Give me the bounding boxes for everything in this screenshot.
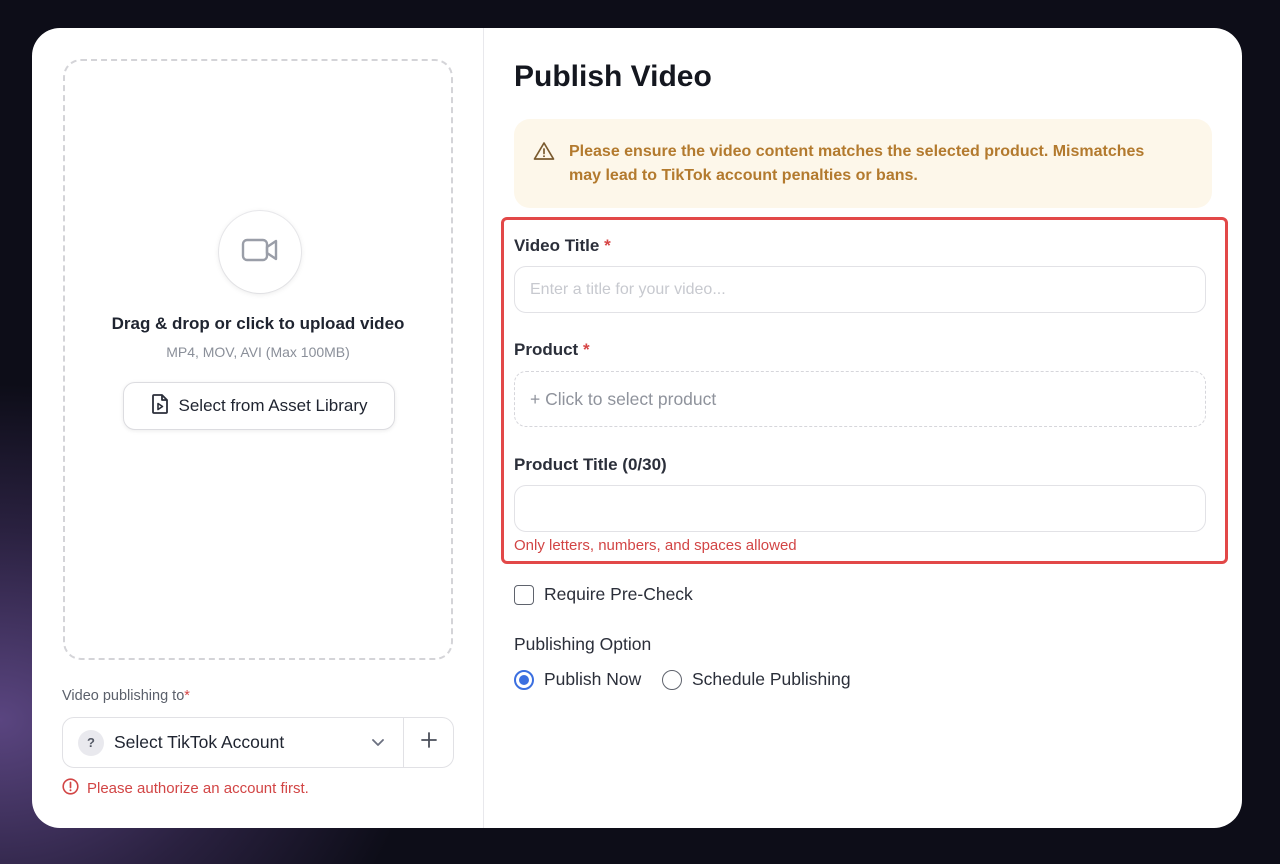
upload-pane: Drag & drop or click to upload video MP4…	[32, 28, 484, 828]
product-label-text: Product	[514, 340, 579, 359]
publish-now-label: Publish Now	[544, 669, 642, 689]
publishing-option-label: Publishing Option	[514, 634, 652, 654]
schedule-label: Schedule Publishing	[692, 669, 851, 689]
publishing-to-label: Video publishing to*	[62, 688, 190, 704]
pre-check-option[interactable]: Require Pre-Check	[514, 584, 693, 605]
product-label: Product *	[514, 340, 590, 360]
publish-now-option[interactable]: Publish Now	[514, 669, 641, 690]
schedule-radio[interactable]	[662, 669, 682, 690]
publish-now-radio[interactable]	[514, 669, 534, 690]
product-select-button[interactable]: + Click to select product	[514, 371, 1206, 427]
video-camera-icon	[241, 236, 279, 269]
warning-text: Please ensure the video content matches …	[569, 143, 1145, 184]
required-mark: *	[184, 688, 190, 704]
pre-check-checkbox[interactable]	[514, 584, 534, 605]
warning-banner: Please ensure the video content matches …	[514, 119, 1212, 208]
upload-title: Drag & drop or click to upload video	[111, 314, 405, 333]
video-dropzone[interactable]: Drag & drop or click to upload video MP4…	[63, 59, 453, 660]
publish-form: Publish Video Please ensure the video co…	[484, 28, 1242, 828]
add-account-button[interactable]	[405, 718, 453, 767]
pre-check-label: Require Pre-Check	[544, 584, 693, 604]
publishing-to-text: Video publishing to	[62, 688, 185, 704]
required-mark: *	[604, 236, 611, 255]
required-mark: *	[582, 340, 590, 359]
account-error: Please authorize an account first.	[62, 778, 309, 799]
account-placeholder: Select TikTok Account	[114, 732, 285, 752]
publish-dialog: Drag & drop or click to upload video MP4…	[32, 28, 1242, 828]
video-title-label: Video Title *	[514, 236, 611, 256]
product-title-input[interactable]	[514, 485, 1206, 532]
file-video-icon	[151, 393, 169, 419]
video-title-input[interactable]	[514, 266, 1206, 313]
product-title-label: Product Title (0/30)	[514, 455, 667, 474]
video-title-label-text: Video Title	[514, 236, 600, 255]
chevron-down-icon	[371, 735, 385, 754]
account-error-text: Please authorize an account first.	[87, 780, 309, 797]
upload-formats: MP4, MOV, AVI (Max 100MB)	[166, 344, 350, 360]
product-title-hint: Only letters, numbers, and spaces allowe…	[514, 537, 797, 554]
warning-triangle-icon	[533, 141, 555, 166]
asset-library-button[interactable]: Select from Asset Library	[123, 382, 395, 430]
plus-icon	[420, 731, 438, 754]
asset-library-label: Select from Asset Library	[178, 396, 368, 415]
alert-circle-icon	[62, 778, 79, 799]
question-icon: ?	[78, 729, 104, 756]
page-title: Publish Video	[514, 60, 712, 93]
account-selector: ? Select TikTok Account	[62, 717, 454, 768]
account-dropdown[interactable]: ? Select TikTok Account	[63, 718, 404, 767]
schedule-option[interactable]: Schedule Publishing	[662, 669, 851, 690]
video-upload-circle	[219, 211, 301, 293]
